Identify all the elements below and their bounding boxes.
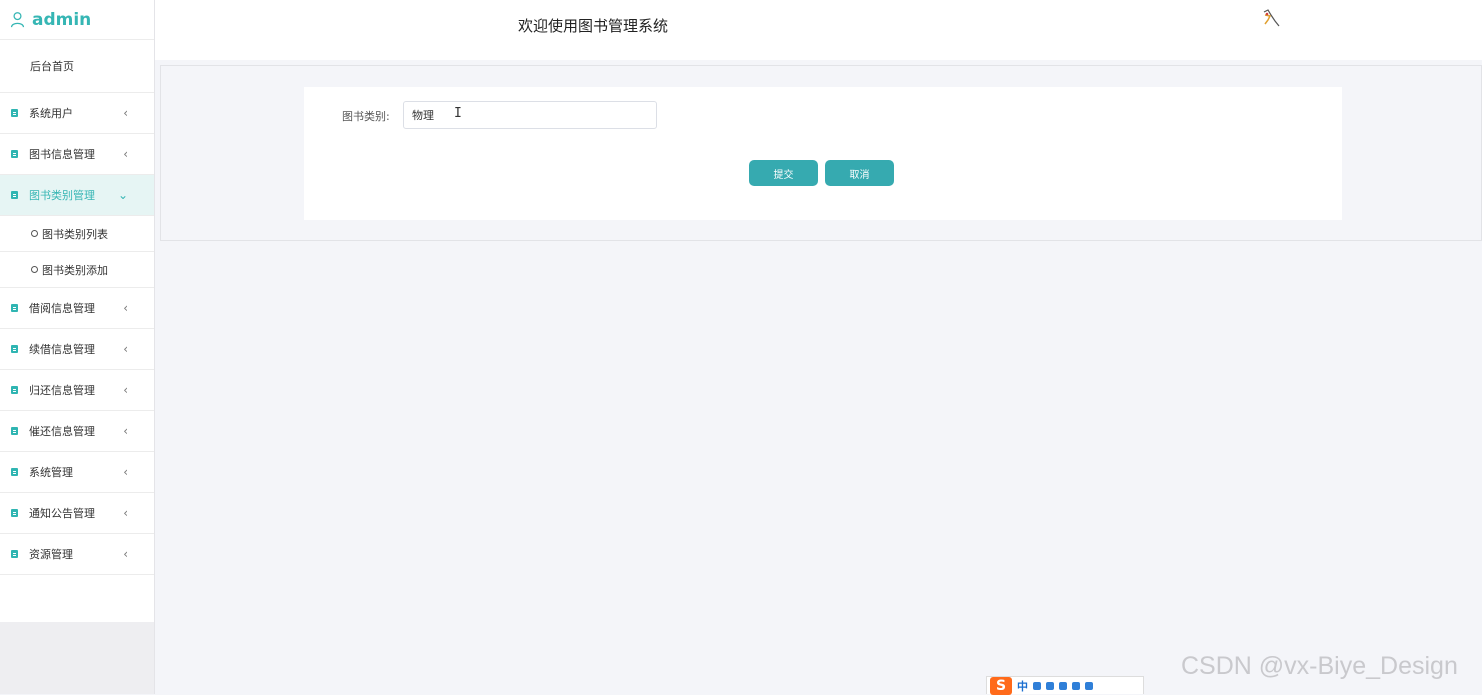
document-icon	[11, 109, 18, 117]
category-form: 图书类别: I 提交 取消	[304, 87, 1342, 220]
sidebar-item-label: 归还信息管理	[29, 384, 95, 397]
sidebar-item-label: 图书信息管理	[29, 148, 95, 161]
document-icon	[11, 468, 18, 476]
microphone-icon[interactable]	[1046, 681, 1054, 690]
skin-icon[interactable]	[1072, 681, 1080, 690]
sidebar-item-label: 资源管理	[29, 548, 73, 561]
sidebar-subitem-label: 图书类别添加	[42, 263, 108, 277]
sidebar-item-label: 催还信息管理	[29, 425, 95, 438]
sidebar-subitem-category-list[interactable]: 图书类别列表	[0, 216, 154, 252]
keyboard-icon[interactable]	[1059, 681, 1067, 690]
circle-check-icon	[31, 230, 38, 237]
sidebar-item-book-info[interactable]: 图书信息管理 ‹	[0, 134, 154, 175]
toolbox-icon[interactable]	[1085, 681, 1093, 690]
sidebar-item-label: 图书类别管理	[29, 189, 95, 202]
sidebar-item-reminder[interactable]: 催还信息管理 ‹	[0, 411, 154, 452]
chevron-left-icon: ‹	[123, 383, 128, 397]
top-header: 欢迎使用图书管理系统	[155, 0, 1482, 60]
sidebar-item-label: 借阅信息管理	[29, 302, 95, 315]
sidebar-item-return[interactable]: 归还信息管理 ‹	[0, 370, 154, 411]
username: admin	[32, 9, 92, 30]
ime-toolbar[interactable]: S 中	[986, 676, 1144, 695]
avatar[interactable]	[1256, 6, 1282, 32]
chevron-left-icon: ‹	[123, 547, 128, 561]
sidebar-subitem-category-add[interactable]: 图书类别添加	[0, 252, 154, 288]
sidebar-item-borrow[interactable]: 借阅信息管理 ‹	[0, 288, 154, 329]
page-title: 欢迎使用图书管理系统	[518, 17, 669, 35]
sidebar-item-system-users[interactable]: 系统用户 ‹	[0, 93, 154, 134]
chevron-left-icon: ‹	[123, 106, 128, 120]
ime-logo-icon: S	[990, 676, 1012, 695]
sidebar-item-notice[interactable]: 通知公告管理 ‹	[0, 493, 154, 534]
circle-check-icon	[31, 266, 38, 273]
document-icon	[11, 386, 18, 394]
sidebar-item-home[interactable]: 后台首页	[0, 40, 154, 93]
sidebar-item-resource[interactable]: 资源管理 ‹	[0, 534, 154, 575]
sidebar-item-label: 后台首页	[30, 60, 74, 73]
sidebar-item-label: 续借信息管理	[29, 343, 95, 356]
sidebar-item-system[interactable]: 系统管理 ‹	[0, 452, 154, 493]
category-input[interactable]	[403, 101, 657, 129]
document-icon	[11, 427, 18, 435]
sidebar: admin 后台首页 系统用户 ‹ 图书信息管理 ‹ 图书类别管理 ⌄ 图书类别…	[0, 0, 155, 694]
chevron-left-icon: ‹	[123, 147, 128, 161]
document-icon	[11, 304, 18, 312]
user-box: admin	[0, 0, 154, 40]
document-icon	[11, 345, 18, 353]
chevron-left-icon: ‹	[123, 301, 128, 315]
chevron-left-icon: ‹	[123, 342, 128, 356]
sidebar-item-book-category[interactable]: 图书类别管理 ⌄	[0, 175, 154, 216]
document-icon	[11, 150, 18, 158]
category-label: 图书类别:	[342, 110, 390, 123]
cancel-button[interactable]: 取消	[825, 160, 894, 186]
document-icon	[11, 509, 18, 517]
chevron-left-icon: ‹	[123, 424, 128, 438]
sidebar-item-label: 通知公告管理	[29, 507, 95, 520]
text-cursor-icon: I	[454, 106, 462, 121]
sidebar-menu: admin 后台首页 系统用户 ‹ 图书信息管理 ‹ 图书类别管理 ⌄ 图书类别…	[0, 0, 154, 622]
main-panel: 图书类别: I 提交 取消	[160, 65, 1482, 241]
document-icon	[11, 550, 18, 558]
chevron-down-icon: ⌄	[117, 188, 128, 202]
ime-mode[interactable]: 中	[1017, 678, 1028, 694]
sidebar-item-renew[interactable]: 续借信息管理 ‹	[0, 329, 154, 370]
watermark: CSDN @vx-Biye_Design	[1181, 652, 1458, 680]
chevron-left-icon: ‹	[123, 506, 128, 520]
document-icon	[11, 191, 18, 199]
sidebar-subitem-label: 图书类别列表	[42, 227, 108, 241]
chevron-left-icon: ‹	[123, 465, 128, 479]
punctuation-icon[interactable]	[1033, 681, 1041, 690]
sidebar-item-label: 系统管理	[29, 466, 73, 479]
submit-button[interactable]: 提交	[749, 160, 818, 186]
sidebar-item-label: 系统用户	[29, 107, 73, 120]
user-icon	[10, 12, 25, 28]
